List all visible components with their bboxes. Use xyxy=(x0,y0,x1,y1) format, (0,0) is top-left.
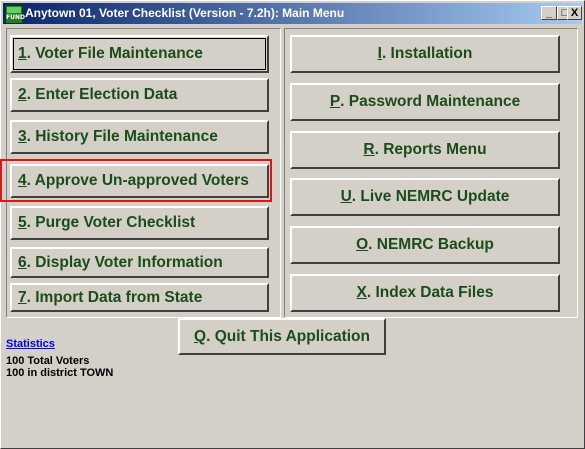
reports-menu-button[interactable]: R. Reports Menu xyxy=(290,131,560,169)
button-label: . History File Maintenance xyxy=(26,128,218,145)
minimize-button[interactable]: _ xyxy=(541,6,557,20)
shortcut-key: O xyxy=(356,236,369,253)
shortcut-key: R xyxy=(363,141,375,158)
button-label: . Voter File Maintenance xyxy=(26,45,203,62)
district-voters-text: 100 in district TOWN xyxy=(6,367,114,379)
installation-button[interactable]: I. Installation xyxy=(290,35,560,73)
index-data-files-button[interactable]: X. Index Data Files xyxy=(290,274,560,312)
button-label: . Enter Election Data xyxy=(26,86,178,103)
title-bar[interactable]: FUND Anytown 01, Voter Checklist (Versio… xyxy=(3,3,582,24)
quit-application-button[interactable]: Q. Quit This Application xyxy=(178,318,386,355)
shortcut-key: 5 xyxy=(18,214,27,231)
highlight-box xyxy=(0,159,272,202)
button-label: . Display Voter Information xyxy=(26,253,223,271)
shortcut-key: P xyxy=(329,93,341,110)
password-maintenance-button[interactable]: P. Password Maintenance xyxy=(290,83,560,121)
button-label: . Purge Voter Checklist xyxy=(26,214,196,231)
button-label: . Reports Menu xyxy=(374,141,487,158)
button-label: . Live NEMRC Update xyxy=(351,188,510,205)
voter-file-maintenance-button[interactable]: 1. Voter File Maintenance xyxy=(10,35,269,73)
history-file-maintenance-button[interactable]: 3. History File Maintenance xyxy=(10,120,269,154)
shortcut-key: X xyxy=(356,284,367,301)
shortcut-key: 3 xyxy=(18,128,27,145)
button-label: . Quit This Application xyxy=(206,327,370,345)
button-label: . Import Data from State xyxy=(26,288,203,306)
shortcut-key: 1 xyxy=(18,45,27,62)
shortcut-key: Q xyxy=(194,327,207,345)
app-icon-label: FUND xyxy=(6,14,25,21)
nemrc-backup-button[interactable]: O. NEMRC Backup xyxy=(290,226,560,264)
total-voters-text: 100 Total Voters xyxy=(6,355,90,367)
shortcut-key: 7 xyxy=(18,288,27,306)
shortcut-key: 2 xyxy=(18,86,27,103)
app-icon: FUND xyxy=(5,5,25,24)
close-button[interactable]: X xyxy=(567,6,582,20)
purge-voter-checklist-button[interactable]: 5. Purge Voter Checklist xyxy=(10,206,269,240)
shortcut-key: U xyxy=(340,188,352,205)
statistics-link[interactable]: Statistics xyxy=(6,338,55,350)
button-label: . NEMRC Backup xyxy=(368,236,494,253)
window-title: Anytown 01, Voter Checklist (Version - 7… xyxy=(25,6,345,20)
display-voter-information-button[interactable]: 6. Display Voter Information xyxy=(10,247,269,278)
shortcut-key: 6 xyxy=(18,253,27,271)
button-label: . Password Maintenance xyxy=(340,93,521,110)
button-label: . Installation xyxy=(381,45,473,62)
button-label: . Index Data Files xyxy=(366,284,494,301)
enter-election-data-button[interactable]: 2. Enter Election Data xyxy=(10,78,269,112)
import-data-from-state-button[interactable]: 7. Import Data from State xyxy=(10,283,269,312)
live-nemrc-update-button[interactable]: U. Live NEMRC Update xyxy=(290,178,560,216)
